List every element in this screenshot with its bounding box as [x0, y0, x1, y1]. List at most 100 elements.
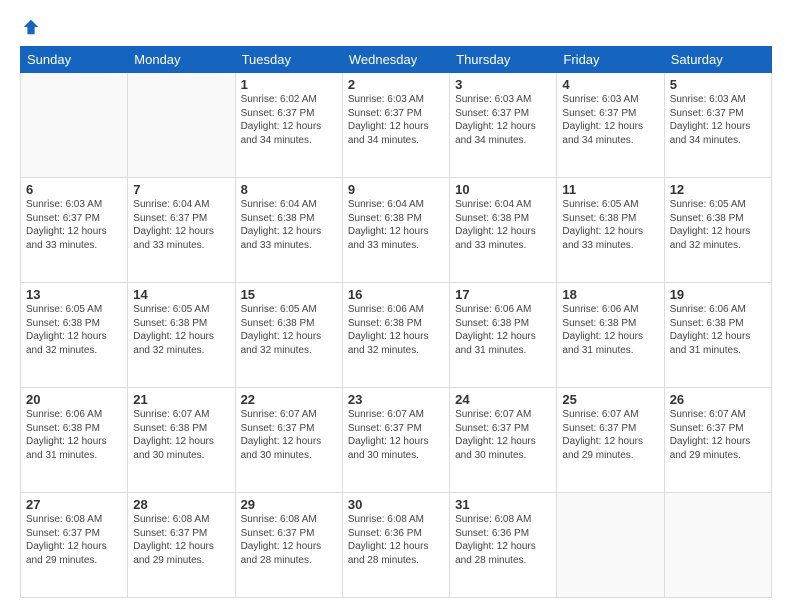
day-number: 25 — [562, 392, 658, 407]
day-info: Sunrise: 6:02 AMSunset: 6:37 PMDaylight:… — [241, 93, 337, 147]
calendar-cell: 31Sunrise: 6:08 AMSunset: 6:36 PMDayligh… — [450, 493, 557, 598]
day-number: 14 — [133, 287, 229, 302]
weekday-header: Thursday — [450, 47, 557, 73]
calendar-cell: 14Sunrise: 6:05 AMSunset: 6:38 PMDayligh… — [128, 283, 235, 388]
day-info: Sunrise: 6:05 AMSunset: 6:38 PMDaylight:… — [133, 303, 229, 357]
day-info: Sunrise: 6:04 AMSunset: 6:38 PMDaylight:… — [241, 198, 337, 252]
day-info: Sunrise: 6:04 AMSunset: 6:38 PMDaylight:… — [455, 198, 551, 252]
day-info: Sunrise: 6:04 AMSunset: 6:37 PMDaylight:… — [133, 198, 229, 252]
calendar-cell: 24Sunrise: 6:07 AMSunset: 6:37 PMDayligh… — [450, 388, 557, 493]
day-info: Sunrise: 6:03 AMSunset: 6:37 PMDaylight:… — [26, 198, 122, 252]
calendar-cell: 23Sunrise: 6:07 AMSunset: 6:37 PMDayligh… — [342, 388, 449, 493]
day-info: Sunrise: 6:07 AMSunset: 6:37 PMDaylight:… — [455, 408, 551, 462]
weekday-header: Saturday — [664, 47, 771, 73]
day-number: 11 — [562, 182, 658, 197]
day-number: 21 — [133, 392, 229, 407]
day-number: 4 — [562, 77, 658, 92]
weekday-header: Wednesday — [342, 47, 449, 73]
day-info: Sunrise: 6:03 AMSunset: 6:37 PMDaylight:… — [348, 93, 444, 147]
calendar-week-row: 6Sunrise: 6:03 AMSunset: 6:37 PMDaylight… — [21, 178, 772, 283]
logo-icon — [22, 18, 40, 36]
day-number: 19 — [670, 287, 766, 302]
calendar-table: SundayMondayTuesdayWednesdayThursdayFrid… — [20, 46, 772, 598]
day-number: 16 — [348, 287, 444, 302]
calendar-cell: 20Sunrise: 6:06 AMSunset: 6:38 PMDayligh… — [21, 388, 128, 493]
day-info: Sunrise: 6:07 AMSunset: 6:37 PMDaylight:… — [562, 408, 658, 462]
calendar-cell: 9Sunrise: 6:04 AMSunset: 6:38 PMDaylight… — [342, 178, 449, 283]
calendar-cell: 1Sunrise: 6:02 AMSunset: 6:37 PMDaylight… — [235, 73, 342, 178]
day-info: Sunrise: 6:08 AMSunset: 6:36 PMDaylight:… — [455, 513, 551, 567]
calendar-cell: 11Sunrise: 6:05 AMSunset: 6:38 PMDayligh… — [557, 178, 664, 283]
day-info: Sunrise: 6:08 AMSunset: 6:37 PMDaylight:… — [133, 513, 229, 567]
calendar-cell: 13Sunrise: 6:05 AMSunset: 6:38 PMDayligh… — [21, 283, 128, 388]
day-number: 23 — [348, 392, 444, 407]
calendar-cell: 28Sunrise: 6:08 AMSunset: 6:37 PMDayligh… — [128, 493, 235, 598]
day-info: Sunrise: 6:08 AMSunset: 6:37 PMDaylight:… — [241, 513, 337, 567]
calendar-cell: 12Sunrise: 6:05 AMSunset: 6:38 PMDayligh… — [664, 178, 771, 283]
calendar-cell: 4Sunrise: 6:03 AMSunset: 6:37 PMDaylight… — [557, 73, 664, 178]
day-info: Sunrise: 6:03 AMSunset: 6:37 PMDaylight:… — [562, 93, 658, 147]
day-number: 22 — [241, 392, 337, 407]
calendar-cell: 30Sunrise: 6:08 AMSunset: 6:36 PMDayligh… — [342, 493, 449, 598]
day-info: Sunrise: 6:05 AMSunset: 6:38 PMDaylight:… — [241, 303, 337, 357]
day-number: 15 — [241, 287, 337, 302]
calendar-cell — [664, 493, 771, 598]
day-info: Sunrise: 6:07 AMSunset: 6:37 PMDaylight:… — [670, 408, 766, 462]
day-info: Sunrise: 6:06 AMSunset: 6:38 PMDaylight:… — [455, 303, 551, 357]
calendar-cell: 16Sunrise: 6:06 AMSunset: 6:38 PMDayligh… — [342, 283, 449, 388]
day-info: Sunrise: 6:05 AMSunset: 6:38 PMDaylight:… — [562, 198, 658, 252]
calendar-cell: 7Sunrise: 6:04 AMSunset: 6:37 PMDaylight… — [128, 178, 235, 283]
day-info: Sunrise: 6:06 AMSunset: 6:38 PMDaylight:… — [348, 303, 444, 357]
day-info: Sunrise: 6:08 AMSunset: 6:37 PMDaylight:… — [26, 513, 122, 567]
calendar-cell: 19Sunrise: 6:06 AMSunset: 6:38 PMDayligh… — [664, 283, 771, 388]
day-info: Sunrise: 6:06 AMSunset: 6:38 PMDaylight:… — [670, 303, 766, 357]
day-number: 20 — [26, 392, 122, 407]
calendar-cell — [557, 493, 664, 598]
calendar-cell: 17Sunrise: 6:06 AMSunset: 6:38 PMDayligh… — [450, 283, 557, 388]
day-number: 26 — [670, 392, 766, 407]
calendar-week-row: 13Sunrise: 6:05 AMSunset: 6:38 PMDayligh… — [21, 283, 772, 388]
day-number: 3 — [455, 77, 551, 92]
day-info: Sunrise: 6:03 AMSunset: 6:37 PMDaylight:… — [670, 93, 766, 147]
day-info: Sunrise: 6:03 AMSunset: 6:37 PMDaylight:… — [455, 93, 551, 147]
calendar-cell: 5Sunrise: 6:03 AMSunset: 6:37 PMDaylight… — [664, 73, 771, 178]
calendar-cell: 26Sunrise: 6:07 AMSunset: 6:37 PMDayligh… — [664, 388, 771, 493]
day-number: 17 — [455, 287, 551, 302]
day-number: 28 — [133, 497, 229, 512]
day-info: Sunrise: 6:04 AMSunset: 6:38 PMDaylight:… — [348, 198, 444, 252]
day-info: Sunrise: 6:05 AMSunset: 6:38 PMDaylight:… — [26, 303, 122, 357]
day-number: 6 — [26, 182, 122, 197]
day-number: 9 — [348, 182, 444, 197]
day-info: Sunrise: 6:07 AMSunset: 6:38 PMDaylight:… — [133, 408, 229, 462]
calendar-cell — [21, 73, 128, 178]
weekday-header: Friday — [557, 47, 664, 73]
calendar-cell: 10Sunrise: 6:04 AMSunset: 6:38 PMDayligh… — [450, 178, 557, 283]
weekday-header: Tuesday — [235, 47, 342, 73]
calendar-cell: 18Sunrise: 6:06 AMSunset: 6:38 PMDayligh… — [557, 283, 664, 388]
day-number: 7 — [133, 182, 229, 197]
calendar-cell: 6Sunrise: 6:03 AMSunset: 6:37 PMDaylight… — [21, 178, 128, 283]
day-info: Sunrise: 6:07 AMSunset: 6:37 PMDaylight:… — [348, 408, 444, 462]
calendar-week-row: 20Sunrise: 6:06 AMSunset: 6:38 PMDayligh… — [21, 388, 772, 493]
calendar-cell: 8Sunrise: 6:04 AMSunset: 6:38 PMDaylight… — [235, 178, 342, 283]
day-info: Sunrise: 6:06 AMSunset: 6:38 PMDaylight:… — [26, 408, 122, 462]
day-info: Sunrise: 6:07 AMSunset: 6:37 PMDaylight:… — [241, 408, 337, 462]
day-number: 24 — [455, 392, 551, 407]
calendar-cell: 22Sunrise: 6:07 AMSunset: 6:37 PMDayligh… — [235, 388, 342, 493]
day-number: 12 — [670, 182, 766, 197]
day-number: 29 — [241, 497, 337, 512]
calendar-cell — [128, 73, 235, 178]
weekday-header: Monday — [128, 47, 235, 73]
weekday-header: Sunday — [21, 47, 128, 73]
day-number: 18 — [562, 287, 658, 302]
day-number: 5 — [670, 77, 766, 92]
day-number: 30 — [348, 497, 444, 512]
calendar-week-row: 1Sunrise: 6:02 AMSunset: 6:37 PMDaylight… — [21, 73, 772, 178]
logo — [20, 18, 42, 36]
day-info: Sunrise: 6:06 AMSunset: 6:38 PMDaylight:… — [562, 303, 658, 357]
day-number: 27 — [26, 497, 122, 512]
day-info: Sunrise: 6:05 AMSunset: 6:38 PMDaylight:… — [670, 198, 766, 252]
day-number: 31 — [455, 497, 551, 512]
calendar-cell: 25Sunrise: 6:07 AMSunset: 6:37 PMDayligh… — [557, 388, 664, 493]
day-info: Sunrise: 6:08 AMSunset: 6:36 PMDaylight:… — [348, 513, 444, 567]
